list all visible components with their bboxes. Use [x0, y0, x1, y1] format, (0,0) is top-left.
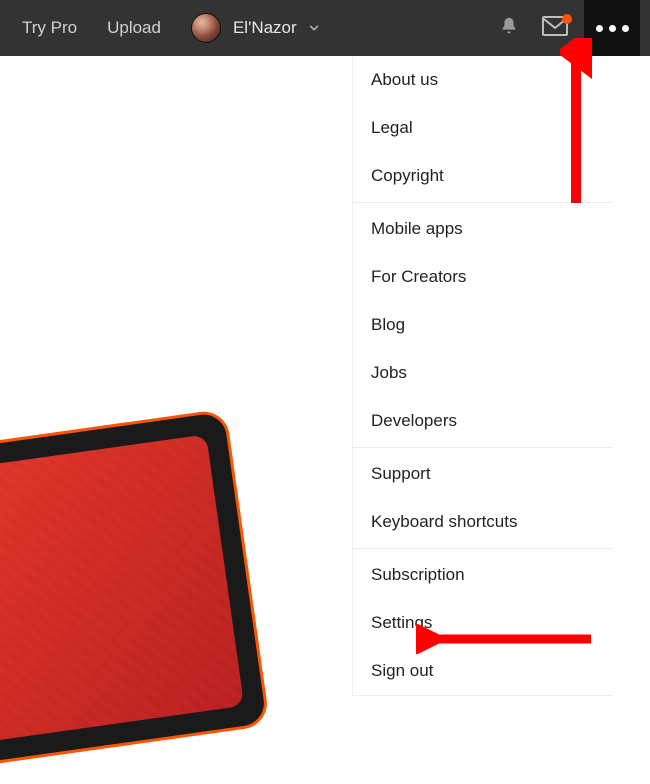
menu-item-blog[interactable]: Blog: [353, 301, 612, 349]
menu-item-keyboard-shortcuts[interactable]: Keyboard shortcuts: [353, 498, 612, 546]
upload-link[interactable]: Upload: [107, 18, 161, 38]
menu-item-settings[interactable]: Settings: [353, 599, 612, 647]
username-label: El'Nazor: [233, 18, 297, 38]
bell-icon: [498, 15, 520, 42]
topbar: Try Pro Upload El'Nazor: [0, 0, 650, 56]
menu-item-about-us[interactable]: About us: [353, 56, 612, 104]
menu-item-support[interactable]: Support: [353, 450, 612, 498]
menu-divider: [353, 548, 612, 549]
menu-item-developers[interactable]: Developers: [353, 397, 612, 445]
promo-graphic: [0, 436, 250, 756]
notifications-button[interactable]: [486, 0, 532, 56]
menu-item-legal[interactable]: Legal: [353, 104, 612, 152]
ellipsis-icon: [596, 25, 629, 32]
menu-divider: [353, 202, 612, 203]
more-dropdown-menu: About usLegalCopyright Mobile appsFor Cre…: [352, 56, 612, 696]
menu-item-sign-out[interactable]: Sign out: [353, 647, 612, 695]
menu-item-copyright[interactable]: Copyright: [353, 152, 612, 200]
menu-item-jobs[interactable]: Jobs: [353, 349, 612, 397]
avatar: [191, 13, 221, 43]
notification-dot-icon: [562, 14, 572, 24]
more-menu-button[interactable]: [584, 0, 640, 56]
right-gutter: [614, 112, 650, 717]
menu-divider: [353, 447, 612, 448]
user-menu[interactable]: El'Nazor: [191, 13, 321, 43]
messages-button[interactable]: [532, 0, 578, 56]
menu-item-subscription[interactable]: Subscription: [353, 551, 612, 599]
menu-item-mobile-apps[interactable]: Mobile apps: [353, 205, 612, 253]
try-pro-link[interactable]: Try Pro: [22, 18, 77, 38]
menu-item-for-creators[interactable]: For Creators: [353, 253, 612, 301]
chevron-down-icon: [307, 21, 321, 35]
